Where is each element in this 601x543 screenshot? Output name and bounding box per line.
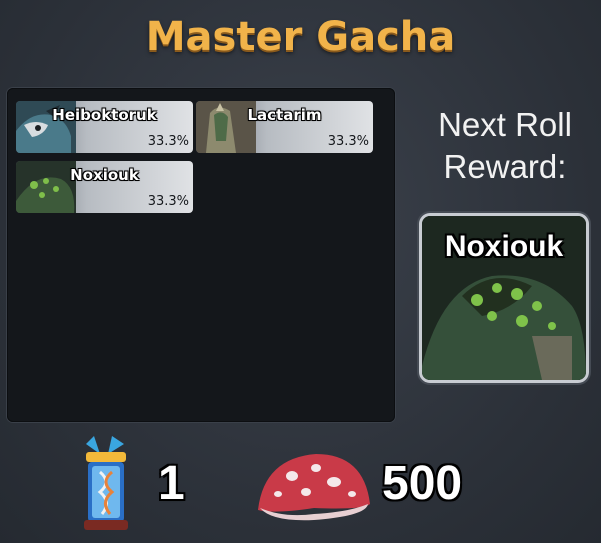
next-roll-reward-name: Noxiouk <box>444 230 564 263</box>
pool-item-chance: 33.3% <box>327 134 369 149</box>
ticket-count: 1 <box>158 457 185 510</box>
gacha-pool-panel: Heiboktoruk 33.3% Lactarim 33.3% Noxiouk… <box>7 88 395 422</box>
page-title: Master Gacha <box>145 14 456 60</box>
pool-item-chance: 33.3% <box>147 134 189 149</box>
pool-item-name: Noxiouk <box>70 166 139 184</box>
pool-item-noxiouk[interactable]: Noxiouk 33.3% <box>16 161 193 213</box>
gacha-ticket-icon <box>84 436 128 530</box>
mushroom-count: 500 <box>382 457 463 510</box>
next-roll-label-line1: Next Roll <box>438 106 572 143</box>
next-roll-label: Next Roll Reward: <box>410 104 600 188</box>
pool-item-name: Heiboktoruk <box>52 106 157 124</box>
next-roll-reward-card[interactable]: Noxiouk <box>422 216 586 380</box>
pool-item-lactarim[interactable]: Lactarim 33.3% <box>196 101 373 153</box>
mushroom-icon <box>258 454 370 521</box>
pool-item-chance: 33.3% <box>147 194 189 209</box>
pool-item-heiboktoruk[interactable]: Heiboktoruk 33.3% <box>16 101 193 153</box>
next-roll-label-line2: Reward: <box>443 148 567 185</box>
pool-item-name: Lactarim <box>247 106 322 124</box>
